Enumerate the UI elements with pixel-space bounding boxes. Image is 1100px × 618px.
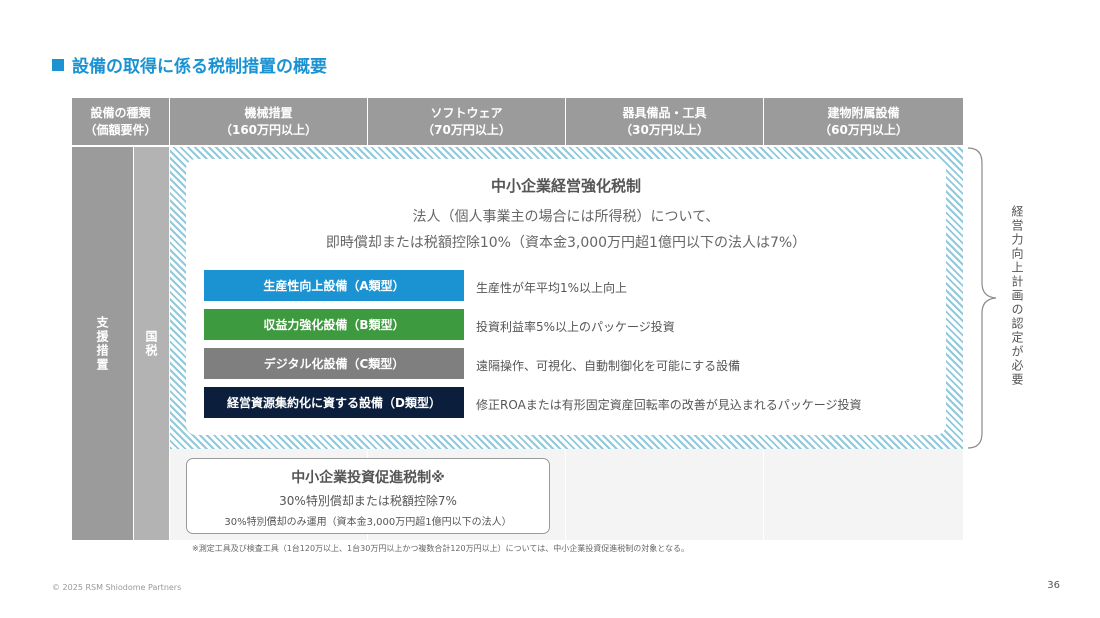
header-column-requirement: （30万円以上） xyxy=(620,122,709,137)
enhancement-line2: 即時償却または税額控除10%（資本金3,000万円超1億円以下の法人は7%） xyxy=(325,235,807,251)
enhancement-line1: 法人（個人事業主の場合には所得税）について、 xyxy=(412,209,720,225)
header-type-cell: 設備の種類 （価額要件） xyxy=(72,98,169,145)
enhancement-tax-panel: 中小企業経営強化税制 法人（個人事業主の場合には所得税）について、 即時償却また… xyxy=(186,159,946,435)
national-tax-label: 国税 xyxy=(144,329,158,358)
header-column-requirement: （160万円以上） xyxy=(219,122,318,137)
page-number: 36 xyxy=(1047,580,1060,591)
header-type-label: 設備の種類 xyxy=(90,105,151,120)
category-a-description: 生産性が年平均1%以上向上 xyxy=(476,281,628,295)
investment-line1: 30%特別償却または税額控除7% xyxy=(279,494,457,508)
support-measures-cell: 支援措置 xyxy=(72,147,133,540)
header-column-name: 建物附属設備 xyxy=(827,105,900,120)
category-b-description: 投資利益率5%以上のパッケージ投資 xyxy=(476,320,675,334)
header-column-name: 器具備品・工具 xyxy=(622,105,707,120)
investment-heading: 中小企業投資促進税制※ xyxy=(291,470,445,486)
header-column-name: 機械措置 xyxy=(244,105,293,120)
bracket-icon xyxy=(967,147,997,449)
page-title: 設備の取得に係る税制措置の概要 xyxy=(52,52,327,77)
national-tax-cell: 国税 xyxy=(134,147,169,540)
category-label-text: デジタル化設備（C類型） xyxy=(263,357,405,371)
copyright: © 2025 RSM Shiodome Partners xyxy=(52,583,182,592)
header-column-name: ソフトウェア xyxy=(430,105,503,120)
plan-approval-label: 経営力向上計画の認定が必要 xyxy=(1010,205,1024,387)
category-a-label: 生産性向上設備（A類型） xyxy=(204,270,464,301)
category-c-label: デジタル化設備（C類型） xyxy=(204,348,464,379)
header-column-requirement: （70万円以上） xyxy=(422,122,511,137)
category-label-text: 経営資源集約化に資する設備（D類型） xyxy=(227,396,441,410)
category-c-description: 遠隔操作、可視化、自動制御化を可能にする設備 xyxy=(476,359,741,373)
header-column-machinery: 機械措置 （160万円以上） xyxy=(170,98,367,145)
category-d-description: 修正ROAまたは有形固定資産回転率の改善が見込まれるパッケージ投資 xyxy=(476,398,862,412)
category-d-label: 経営資源集約化に資する設備（D類型） xyxy=(204,387,464,418)
header-column-software: ソフトウェア （70万円以上） xyxy=(368,98,565,145)
header-type-sublabel: （価額要件） xyxy=(84,122,157,137)
category-label-text: 収益力強化設備（B類型） xyxy=(263,318,405,332)
enhancement-heading: 中小企業経営強化税制 xyxy=(490,177,641,195)
category-label-text: 生産性向上設備（A類型） xyxy=(263,279,405,293)
footnote: ※測定工具及び検査工具（1台120万以上、1台30万円以上かつ複数合計120万円… xyxy=(192,544,689,553)
investment-promotion-box: 中小企業投資促進税制※ 30%特別償却または税額控除7% 30%特別償却のみ運用… xyxy=(186,458,550,534)
square-bullet-icon xyxy=(52,59,64,71)
support-measures-label: 支援措置 xyxy=(95,315,109,372)
header-column-requirement: （60万円以上） xyxy=(819,122,908,137)
page-title-text: 設備の取得に係る税制措置の概要 xyxy=(72,57,327,77)
header-column-building-equipment: 建物附属設備 （60万円以上） xyxy=(764,98,963,145)
category-b-label: 収益力強化設備（B類型） xyxy=(204,309,464,340)
investment-line2: 30%特別償却のみ運用（資本金3,000万円超1億円以下の法人） xyxy=(224,517,512,528)
header-column-tools: 器具備品・工具 （30万円以上） xyxy=(566,98,763,145)
